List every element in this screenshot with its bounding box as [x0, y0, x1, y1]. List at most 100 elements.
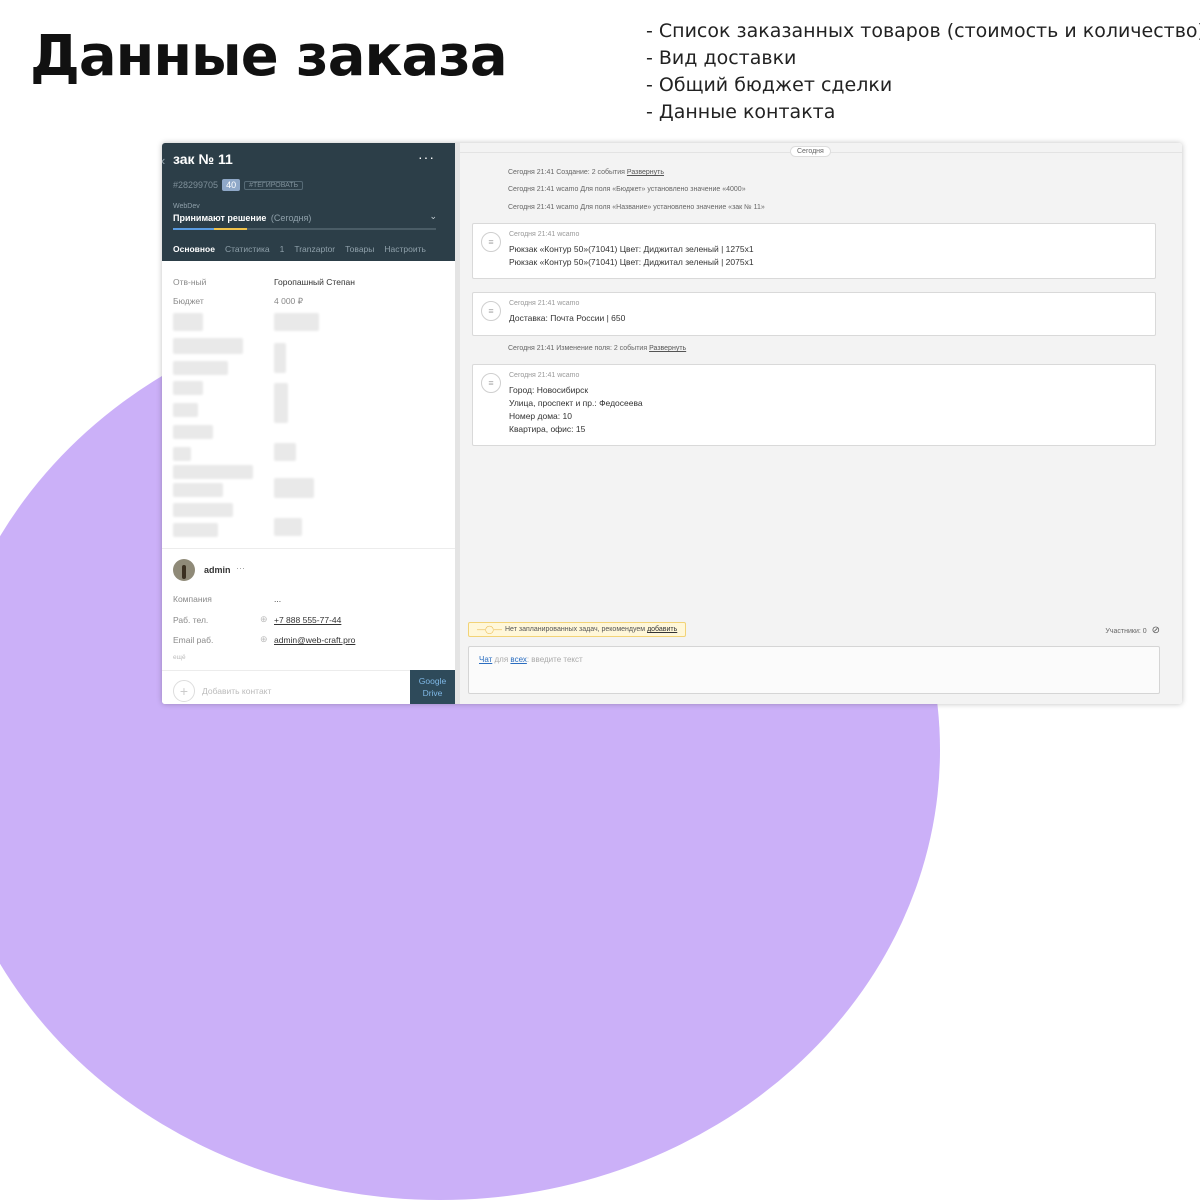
system-event: Сегодня 21:41 wcamo Для поля «Название» … [508, 204, 765, 211]
system-event: Сегодня 21:41 Изменение поля: 2 события … [508, 345, 686, 352]
note-icon: ≡ [481, 373, 501, 393]
blurred-field [173, 403, 198, 417]
expand-link[interactable]: Развернуть [649, 345, 686, 352]
back-arrow-icon[interactable]: ‹ [162, 153, 165, 168]
note-meta: Сегодня 21:41 wcamo [509, 231, 580, 238]
add-contact-label: Добавить контакт [202, 686, 272, 696]
expand-link[interactable]: Развернуть [627, 169, 664, 176]
blurred-field [274, 478, 314, 498]
chevron-down-icon[interactable]: ⌄ [429, 211, 437, 222]
chat-type-link[interactable]: Чат [479, 655, 492, 664]
field-value-responsible[interactable]: Горопашный Степан [274, 277, 355, 287]
tab-1[interactable]: 1 [280, 244, 285, 254]
stage-progress-bar [173, 228, 436, 230]
contact-phone-link[interactable]: +7 888 555-77-44 [274, 615, 341, 625]
slide-title: Данные заказа [30, 24, 508, 89]
system-event: Сегодня 21:41 Создание: 2 события Развер… [508, 169, 664, 176]
system-event-text: Сегодня 21:41 Изменение поля: 2 события [508, 345, 650, 352]
participants-count: Участники: 0 [1105, 628, 1147, 635]
blurred-field [173, 503, 233, 517]
task-banner: —◯— Нет запланированных задач, рекоменду… [468, 622, 687, 637]
date-separator: Сегодня [790, 146, 831, 157]
contact-name[interactable]: admin [204, 565, 231, 575]
contact-email-value[interactable]: admin@web-craft.pro [274, 635, 355, 645]
bullet-item: - Список заказанных товаров (стоимость и… [646, 20, 1200, 42]
task-clock-icon: —◯— [477, 625, 502, 634]
note-card: ≡ Сегодня 21:41 wcamo Город: Новосибирск… [472, 364, 1156, 446]
bullet-list: - Список заказанных товаров (стоимость и… [646, 18, 1200, 126]
add-task-link[interactable]: добавить [647, 626, 677, 633]
lead-id-badge: 40 [222, 179, 241, 191]
note-card: ≡ Сегодня 21:41 wcamo Рюкзак «Контур 50»… [472, 223, 1156, 279]
add-contact-button[interactable]: + Добавить контакт [173, 680, 271, 702]
stage-name: Принимают решение [173, 213, 267, 223]
bullet-item: - Вид доставки [646, 47, 797, 69]
task-text: Нет запланированных задач, рекомендуем [505, 626, 648, 633]
crm-window: ‹ зак № 11 ··· #28299705 40 #ТЕГИРОВАТЬ … [162, 143, 1182, 704]
contact-menu-icon[interactable]: ··· [236, 563, 245, 573]
chat-placeholder: : введите текст [526, 655, 583, 664]
lead-header: ‹ зак № 11 ··· #28299705 40 #ТЕГИРОВАТЬ … [162, 143, 455, 261]
pipeline-name: WebDev [173, 203, 200, 210]
participants: Участники: 0 ⊘ [1105, 625, 1160, 636]
contact-company-value[interactable]: ... [274, 594, 281, 604]
note-icon: ≡ [481, 301, 501, 321]
note-line: Рюкзак «Контур 50»(71041) Цвет: Диджитал… [509, 244, 754, 254]
eye-off-icon[interactable]: ⊘ [1152, 625, 1160, 636]
blurred-field [274, 383, 288, 423]
blurred-field [173, 483, 223, 497]
google-drive-button[interactable]: Google Drive [410, 670, 455, 704]
chat-recipient-link[interactable]: всех [510, 655, 526, 664]
tab-products[interactable]: Товары [345, 244, 374, 254]
blurred-field [173, 465, 253, 479]
phone-icon[interactable]: ⊕ [260, 614, 268, 625]
stage-select[interactable]: Принимают решение (Сегодня) [173, 213, 311, 223]
plus-icon: + [173, 680, 195, 702]
tab-statistics[interactable]: Статистика [225, 244, 270, 254]
tab-settings[interactable]: Настроить [384, 244, 426, 254]
note-line: Рюкзак «Контур 50»(71041) Цвет: Диджитал… [509, 257, 754, 267]
blurred-field [274, 518, 302, 536]
tag-button[interactable]: #ТЕГИРОВАТЬ [244, 180, 304, 190]
divider [162, 548, 455, 549]
chat-for-label: для [494, 655, 509, 664]
blurred-field [173, 447, 191, 461]
note-icon: ≡ [481, 232, 501, 252]
tab-tranzaptor[interactable]: Tranzaptor [294, 244, 335, 254]
lead-card: ‹ зак № 11 ··· #28299705 40 #ТЕГИРОВАТЬ … [162, 143, 456, 704]
blurred-field [274, 443, 296, 461]
blurred-field [173, 381, 203, 395]
contact-phone-label: Раб. тел. [173, 615, 209, 625]
email-icon[interactable]: ⊕ [260, 634, 268, 645]
lead-id-row: #28299705 40 #ТЕГИРОВАТЬ [173, 179, 304, 191]
stage-date: (Сегодня) [270, 213, 312, 223]
blurred-field [173, 361, 228, 375]
chat-input[interactable]: Чат для всех: введите текст [468, 646, 1160, 694]
system-event-text: Сегодня 21:41 Создание: 2 события [508, 169, 627, 176]
contact-email-link[interactable]: admin@web-craft.pro [274, 635, 355, 645]
field-label-budget: Бюджет [173, 296, 204, 306]
note-line: Улица, проспект и пр.: Федосеева [509, 398, 643, 408]
activity-feed: Сегодня Сегодня 21:41 Создание: 2 событи… [460, 143, 1182, 704]
lead-tabs: Основное Статистика 1 Tranzaptor Товары … [173, 244, 426, 254]
blurred-field [173, 523, 218, 537]
blurred-field [173, 338, 243, 354]
lead-name[interactable]: зак № 11 [173, 151, 233, 167]
tab-main[interactable]: Основное [173, 244, 215, 254]
blurred-field [173, 425, 213, 439]
chat-prompt: Чат для всех: введите текст [479, 655, 583, 664]
field-value-budget[interactable]: 4 000 ₽ [274, 296, 303, 307]
blurred-field [274, 313, 319, 331]
bullet-item: - Данные контакта [646, 101, 836, 123]
contact-more-link[interactable]: ещё [173, 654, 186, 661]
contact-phone-value[interactable]: +7 888 555-77-44 [274, 615, 341, 625]
more-menu-icon[interactable]: ··· [418, 149, 435, 165]
note-line: Доставка: Почта России | 650 [509, 313, 626, 323]
stage-progress-fill-blue [173, 228, 214, 230]
note-meta: Сегодня 21:41 wcamo [509, 372, 580, 379]
blurred-field [173, 313, 203, 331]
note-card: ≡ Сегодня 21:41 wcamo Доставка: Почта Ро… [472, 292, 1156, 336]
field-label-responsible: Отв-ный [173, 277, 207, 287]
blurred-field [274, 343, 286, 373]
avatar[interactable] [173, 559, 195, 581]
